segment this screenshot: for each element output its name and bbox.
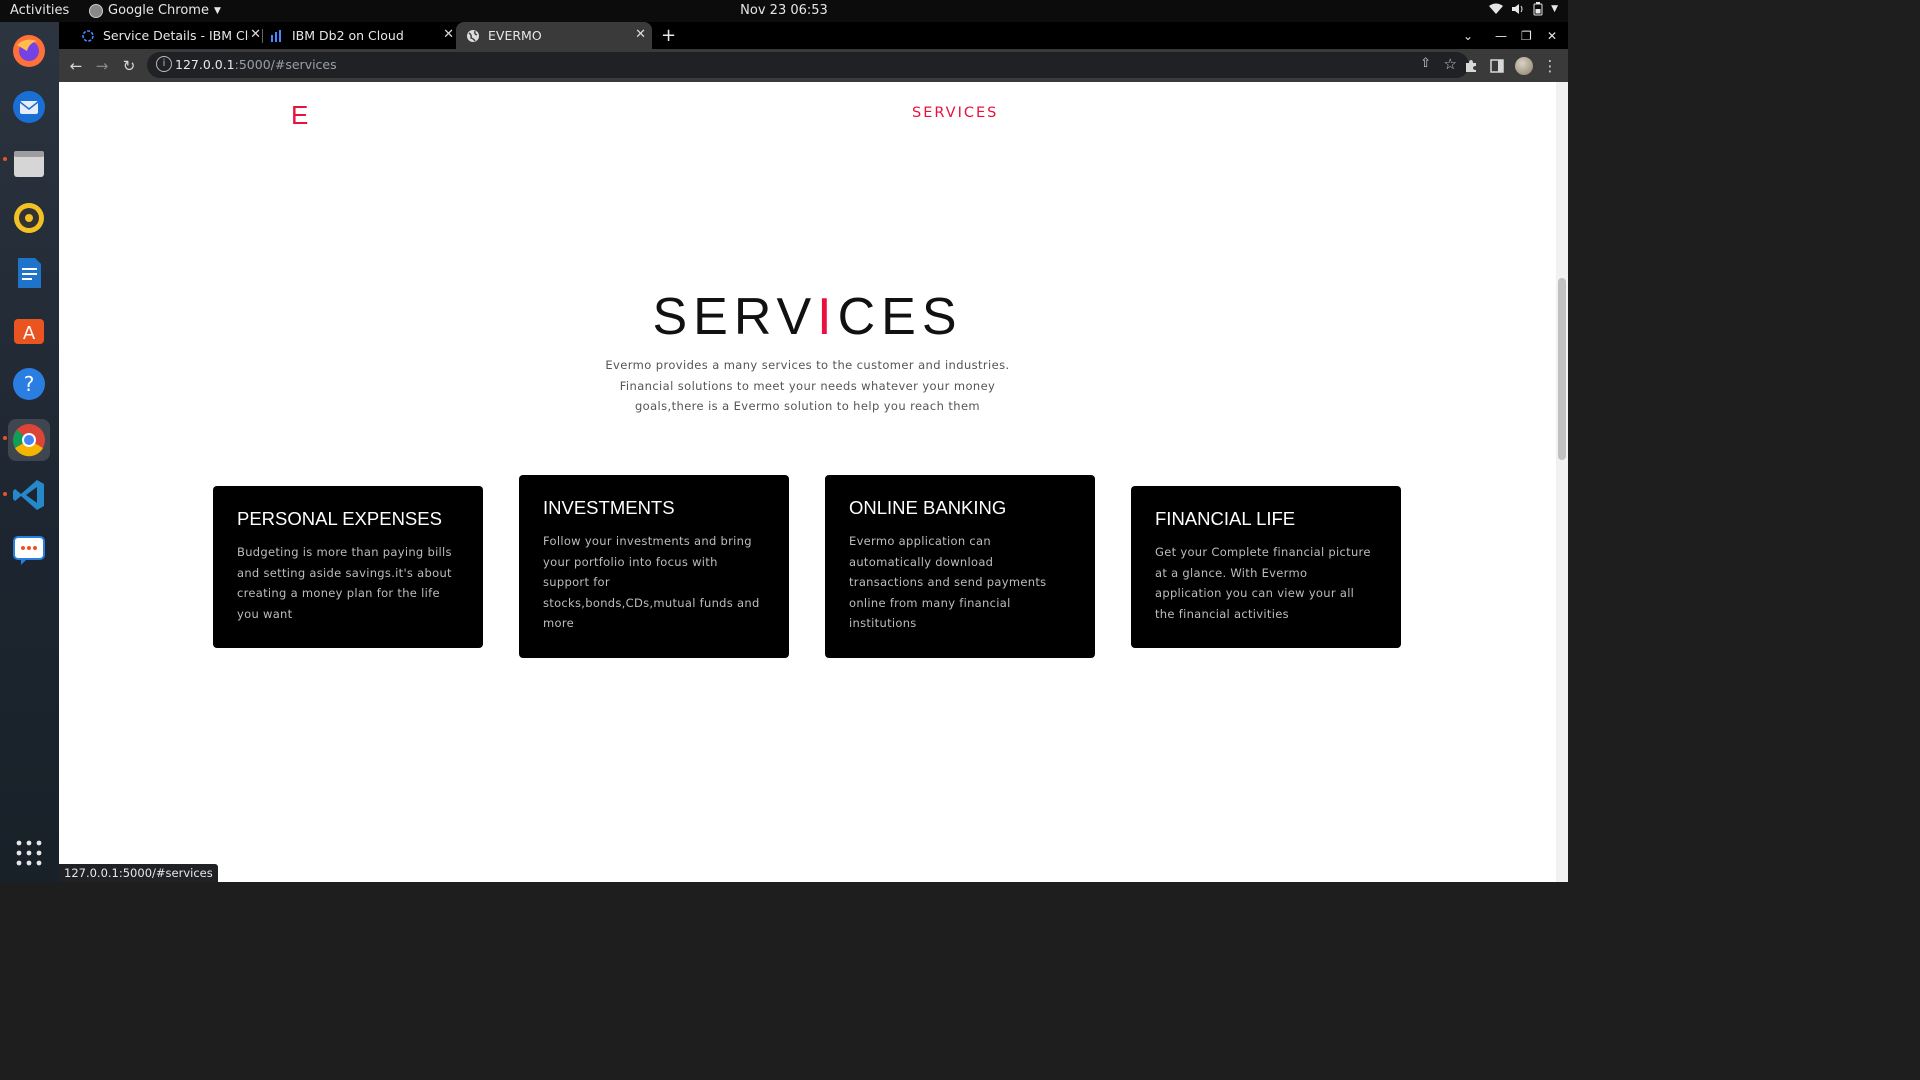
- svg-text:A: A: [23, 323, 36, 344]
- reload-button[interactable]: ↻: [119, 56, 139, 76]
- address-bar[interactable]: i 127.0.0.1:5000/#services ⇧ ☆: [147, 52, 1469, 78]
- menu-button[interactable]: ⋮: [1540, 56, 1560, 76]
- writer-icon[interactable]: [8, 252, 50, 294]
- side-panel-icon: [1490, 59, 1504, 73]
- chevron-down-icon: ▼: [1551, 4, 1558, 14]
- chrome-icon[interactable]: [8, 419, 50, 461]
- minimize-icon: —: [1495, 28, 1507, 43]
- scrollbar-thumb[interactable]: [1558, 278, 1566, 460]
- info-icon[interactable]: i: [156, 56, 172, 72]
- new-tab-button[interactable]: +: [661, 22, 681, 49]
- card-text: Budgeting is more than paying bills and …: [237, 545, 452, 621]
- service-card-investments[interactable]: INVESTMENTS Follow your investments and …: [519, 475, 789, 658]
- minimize-button[interactable]: —: [1495, 22, 1507, 49]
- star-icon[interactable]: ☆: [1444, 55, 1457, 73]
- link-status-bubble: 127.0.0.1:5000/#services: [59, 864, 218, 882]
- page-scrollbar[interactable]: [1556, 82, 1568, 882]
- close-icon: ✕: [1547, 28, 1558, 43]
- browser-toolbar: ← → ↻ i 127.0.0.1:5000/#services ⇧ ☆ ⋮: [59, 49, 1568, 82]
- share-icon[interactable]: ⇧: [1420, 56, 1431, 71]
- restore-button[interactable]: ❐: [1521, 22, 1532, 49]
- vscode-icon[interactable]: [8, 474, 50, 516]
- address-url[interactable]: 127.0.0.1:5000/#services: [175, 57, 337, 72]
- firefox-icon[interactable]: [8, 30, 50, 72]
- back-button[interactable]: ←: [66, 56, 86, 76]
- svg-text:?: ?: [24, 372, 35, 396]
- software-center-icon[interactable]: A: [8, 308, 50, 350]
- help-icon[interactable]: ?: [8, 363, 50, 405]
- app-grid-icon[interactable]: [8, 832, 50, 874]
- tab-strip: Service Details - IBM Cloud ✕ IBM Db2 on…: [59, 22, 1568, 49]
- tab-service-details[interactable]: Service Details - IBM Cloud ✕: [71, 22, 267, 49]
- reload-icon: ↻: [122, 57, 136, 75]
- chat-icon[interactable]: [8, 529, 50, 571]
- clock[interactable]: Nov 23 06:53: [0, 3, 1568, 18]
- section-title: SERVICES: [652, 288, 963, 346]
- globe-icon: [466, 29, 480, 43]
- card-title: FINANCIAL LIFE: [1155, 508, 1296, 529]
- close-window-button[interactable]: ✕: [1547, 22, 1557, 49]
- tab-search-button[interactable]: ⌄: [1463, 22, 1473, 49]
- dock: A ?: [0, 22, 59, 882]
- tab-title: IBM Db2 on Cloud: [292, 28, 404, 43]
- arrow-right-icon: →: [95, 57, 109, 75]
- db2-chart-icon: [270, 29, 284, 43]
- ibm-cloud-icon: [81, 29, 95, 43]
- nav-services-link[interactable]: SERVICES: [912, 105, 998, 121]
- profile-button[interactable]: [1514, 56, 1534, 76]
- system-tray[interactable]: ▼: [1489, 2, 1558, 16]
- avatar: [1515, 57, 1533, 75]
- card-text: Evermo application can automatically dow…: [849, 534, 1047, 630]
- chevron-down-icon: ⌄: [1463, 28, 1474, 43]
- card-text: Follow your investments and bring your p…: [543, 534, 760, 630]
- volume-icon: [1512, 4, 1523, 14]
- forward-button[interactable]: →: [92, 56, 112, 76]
- service-card-personal-expenses[interactable]: PERSONAL EXPENSES Budgeting is more than…: [213, 486, 483, 648]
- service-card-financial-life[interactable]: FINANCIAL LIFE Get your Complete financi…: [1131, 486, 1401, 648]
- kebab-menu-icon: ⋮: [1542, 57, 1558, 75]
- site-logo[interactable]: E: [291, 100, 308, 131]
- tab-evermo[interactable]: EVERMO ✕: [456, 22, 652, 49]
- close-icon[interactable]: ✕: [443, 27, 454, 42]
- card-title: ONLINE BANKING: [849, 497, 1007, 518]
- tab-ibm-db2[interactable]: IBM Db2 on Cloud ✕: [264, 22, 460, 49]
- card-title: PERSONAL EXPENSES: [237, 508, 442, 529]
- wifi-icon: [1489, 3, 1504, 14]
- extensions-button[interactable]: [1461, 56, 1481, 76]
- thunderbird-icon[interactable]: [8, 86, 50, 128]
- plus-icon: +: [661, 25, 677, 46]
- card-title: INVESTMENTS: [543, 497, 675, 518]
- restore-icon: ❐: [1521, 28, 1532, 43]
- section-intro: Evermo provides a many services to the c…: [605, 358, 1010, 413]
- files-icon[interactable]: [8, 142, 50, 184]
- tab-title: Service Details - IBM Cloud: [103, 28, 249, 43]
- side-panel-button[interactable]: [1487, 56, 1507, 76]
- system-top-bar: Activities Google Chrome ▼ Nov 23 06:53 …: [0, 0, 1568, 22]
- close-icon[interactable]: ✕: [250, 27, 261, 42]
- service-card-online-banking[interactable]: ONLINE BANKING Evermo application can au…: [825, 475, 1095, 658]
- puzzle-icon: [1466, 60, 1476, 72]
- arrow-left-icon: ←: [69, 57, 83, 75]
- card-text: Get your Complete financial picture at a…: [1155, 545, 1371, 621]
- battery-icon: [1533, 2, 1543, 16]
- tab-title: EVERMO: [488, 28, 542, 43]
- close-icon[interactable]: ✕: [635, 27, 646, 42]
- rhythmbox-icon[interactable]: [8, 197, 50, 239]
- web-page: E SERVICES SERVICES Evermo provides a ma…: [59, 82, 1556, 882]
